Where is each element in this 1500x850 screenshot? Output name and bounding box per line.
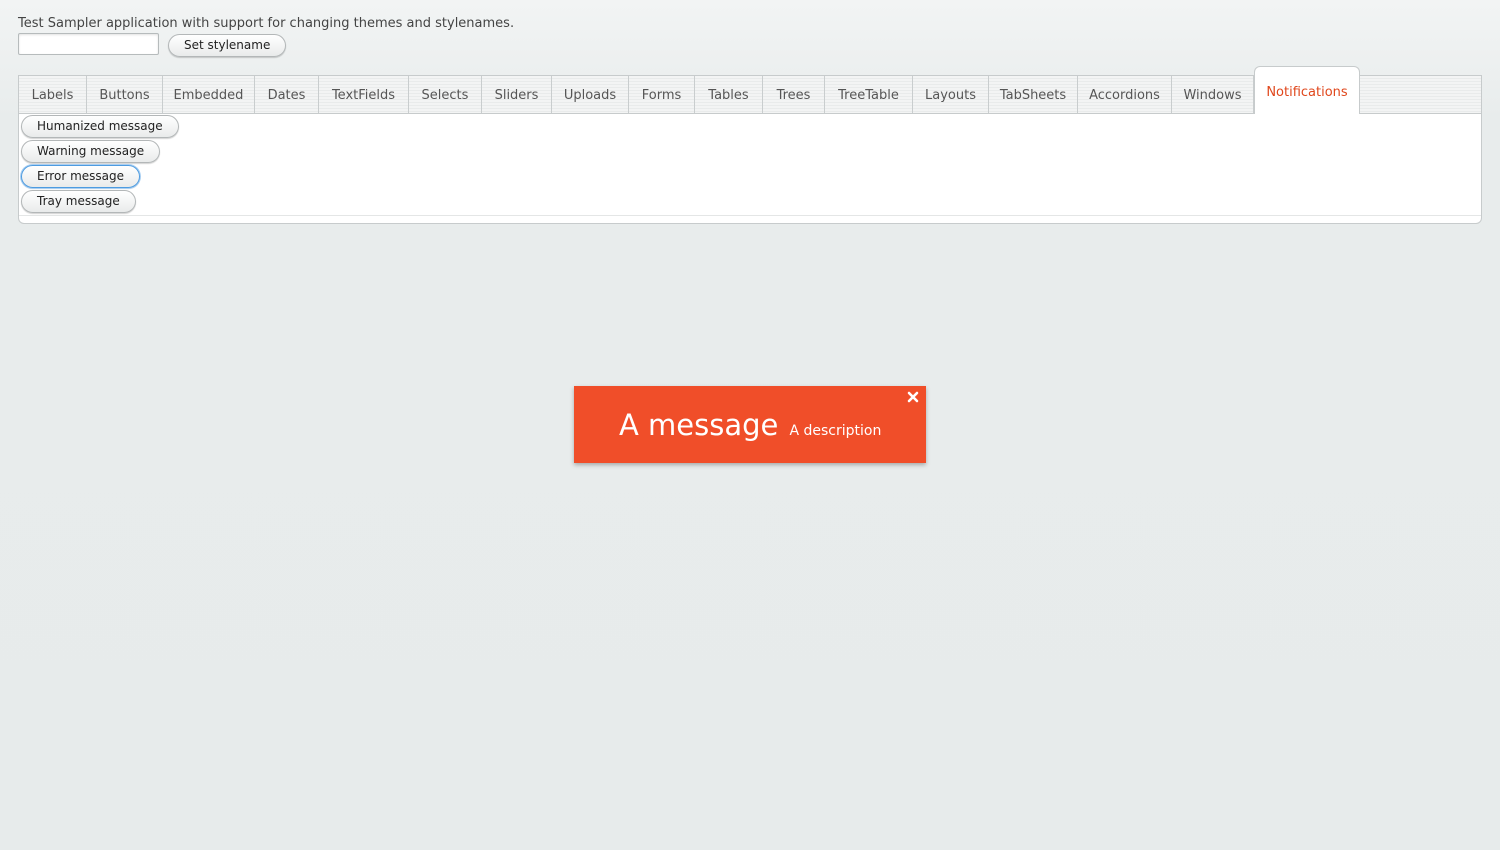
tab-content-notifications: Humanized message Warning message Error … bbox=[19, 114, 1481, 216]
tab-tables[interactable]: Tables bbox=[695, 76, 763, 113]
set-stylename-button[interactable]: Set stylename bbox=[168, 34, 287, 57]
tab-textfields[interactable]: TextFields bbox=[319, 76, 409, 113]
tab-selects[interactable]: Selects bbox=[409, 76, 482, 113]
notification-caption: A message bbox=[619, 408, 779, 442]
app-description: Test Sampler application with support fo… bbox=[18, 16, 515, 31]
error-message-button[interactable]: Error message bbox=[21, 165, 140, 188]
tab-sliders[interactable]: Sliders bbox=[482, 76, 552, 113]
tab-bar: Labels Buttons Embedded Dates TextFields… bbox=[19, 66, 1481, 114]
close-icon[interactable] bbox=[906, 390, 920, 404]
error-notification[interactable]: A message A description bbox=[574, 386, 926, 463]
tab-buttons[interactable]: Buttons bbox=[87, 76, 163, 113]
tab-trees[interactable]: Trees bbox=[763, 76, 825, 113]
tab-embedded[interactable]: Embedded bbox=[163, 76, 255, 113]
tab-tabsheets[interactable]: TabSheets bbox=[989, 76, 1078, 113]
tab-windows[interactable]: Windows bbox=[1172, 76, 1254, 113]
stylename-input[interactable] bbox=[18, 33, 159, 55]
tray-message-button[interactable]: Tray message bbox=[21, 190, 136, 213]
tab-uploads[interactable]: Uploads bbox=[552, 76, 629, 113]
tab-treetable[interactable]: TreeTable bbox=[825, 76, 913, 113]
tabsheet: Labels Buttons Embedded Dates TextFields… bbox=[18, 66, 1482, 224]
notification-description: A description bbox=[789, 423, 882, 439]
tab-forms[interactable]: Forms bbox=[629, 76, 695, 113]
tab-notifications[interactable]: Notifications bbox=[1254, 66, 1360, 114]
tab-dates[interactable]: Dates bbox=[255, 76, 319, 113]
tab-accordions[interactable]: Accordions bbox=[1078, 76, 1172, 113]
tab-layouts[interactable]: Layouts bbox=[913, 76, 989, 113]
tab-labels[interactable]: Labels bbox=[19, 76, 87, 113]
warning-message-button[interactable]: Warning message bbox=[21, 140, 161, 163]
humanized-message-button[interactable]: Humanized message bbox=[21, 115, 179, 138]
notification-text: A message A description bbox=[619, 408, 881, 442]
